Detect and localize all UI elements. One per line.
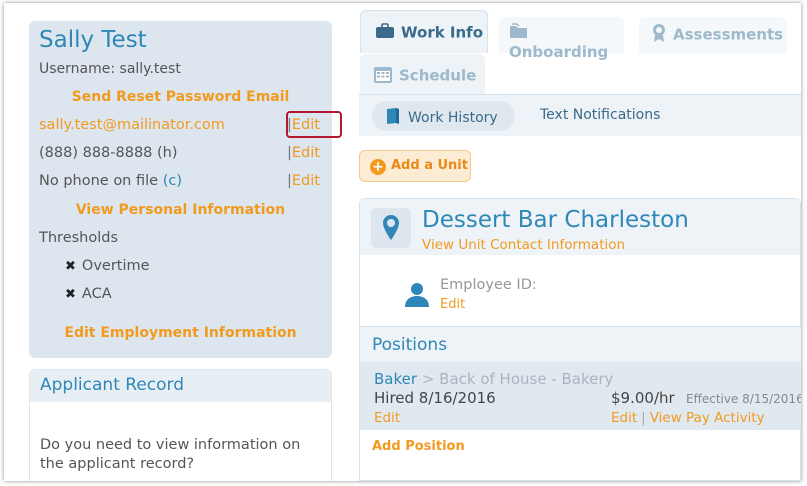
email-link[interactable]: sally.test@mailinator.com (39, 117, 225, 133)
tab-assessments[interactable]: Assessments (639, 17, 787, 53)
positions-title: Positions (360, 326, 801, 362)
email-edit-link[interactable]: |Edit (287, 117, 320, 133)
pay-rate: $9.00/hr (611, 389, 675, 407)
cell-indicator: (c) (162, 173, 182, 189)
unit-card: Dessert Bar Charleston View Unit Contact… (359, 198, 801, 481)
threshold-label: ACA (81, 286, 112, 302)
view-personal-info-link[interactable]: View Personal Information (29, 202, 332, 218)
position-row: Baker > Back of House - Bakery Hired 8/1… (360, 362, 801, 430)
subnav-label: Work History (408, 110, 498, 126)
tab-label: Work Info (401, 23, 484, 42)
location-pin-icon (371, 208, 411, 248)
position-name: Baker > Back of House - Bakery (374, 370, 613, 388)
threshold-label: Overtime (81, 258, 150, 274)
position-edit-link[interactable]: Edit (374, 410, 400, 426)
employee-name: Sally Test (39, 27, 147, 53)
subnav-text-notifications[interactable]: Text Notifications (540, 107, 660, 123)
threshold-item: ✖ Overtime (65, 258, 150, 274)
award-ribbon-icon (651, 23, 667, 47)
phone-edit-link[interactable]: |Edit (287, 145, 320, 161)
separator: | (641, 410, 646, 426)
person-icon (404, 281, 430, 311)
no-phone-text: No phone on file (c) (39, 173, 182, 189)
work-info-subnav: Work History Text Notifications (359, 94, 801, 136)
tab-label: Assessments (673, 25, 784, 44)
tab-onboarding[interactable]: Onboarding (499, 17, 624, 61)
tab-work-info[interactable]: Work Info (360, 10, 488, 53)
phone-value: (888) 888-8888 (h) (39, 145, 178, 161)
add-unit-button[interactable]: + Add a Unit (359, 150, 471, 182)
cell-phone-row: No phone on file (c) |Edit (39, 173, 324, 193)
calendar-icon (373, 64, 393, 88)
view-unit-contact-link[interactable]: View Unit Contact Information (422, 237, 625, 253)
send-reset-password-link[interactable]: Send Reset Password Email (29, 89, 332, 105)
phone-row: (888) 888-8888 (h) |Edit (39, 145, 324, 165)
applicant-record-text: Do you need to view information on the a… (40, 437, 301, 472)
folders-icon (509, 23, 529, 43)
pay-links: Edit | View Pay Activity (611, 410, 765, 426)
subnav-work-history[interactable]: Work History (372, 101, 515, 131)
view-pay-activity-link[interactable]: View Pay Activity (650, 410, 765, 426)
edit-label: Edit (291, 117, 320, 133)
position-department: > Back of House - Bakery (421, 370, 614, 388)
position-title[interactable]: Baker (374, 370, 417, 388)
applicant-record-card: Applicant Record Do you need to view inf… (29, 369, 332, 481)
profile-card: Sally Test Username: sally.test Send Res… (29, 21, 342, 358)
employee-id-label: Employee ID: (440, 277, 537, 293)
tab-label: Schedule (399, 66, 477, 85)
username: Username: sally.test (39, 61, 181, 77)
briefcase-icon (375, 23, 395, 43)
edit-employment-info-link[interactable]: Edit Employment Information (29, 325, 332, 341)
email-row: sally.test@mailinator.com |Edit (39, 111, 342, 138)
app-frame: Sally Test Username: sally.test Send Res… (4, 3, 801, 481)
cell-phone-edit-link[interactable]: |Edit (287, 173, 320, 189)
pay-effective-date: Effective 8/15/2016 (686, 392, 801, 406)
employee-id-edit-link[interactable]: Edit (440, 297, 465, 312)
add-position-link[interactable]: Add Position (372, 439, 465, 454)
edit-label: Edit (291, 173, 320, 189)
book-icon (386, 107, 400, 129)
edit-label: Edit (291, 145, 320, 161)
no-phone-label: No phone on file (39, 173, 159, 189)
tabs-area: Work Info Onboarding Assessments Schedul… (359, 10, 801, 136)
position-hired-date: Hired 8/16/2016 (374, 389, 496, 407)
applicant-record-title: Applicant Record (30, 370, 331, 402)
unit-name: Dessert Bar Charleston (422, 207, 689, 233)
add-unit-label: Add a Unit (391, 158, 468, 173)
pay-edit-link[interactable]: Edit (611, 410, 637, 426)
tab-schedule[interactable]: Schedule (360, 54, 485, 94)
thresholds-label: Thresholds (39, 230, 119, 246)
threshold-item: ✖ ACA (65, 286, 112, 302)
tab-label: Onboarding (509, 43, 609, 61)
x-icon: ✖ (65, 287, 76, 302)
x-icon: ✖ (65, 259, 76, 274)
plus-icon: + (370, 159, 386, 175)
